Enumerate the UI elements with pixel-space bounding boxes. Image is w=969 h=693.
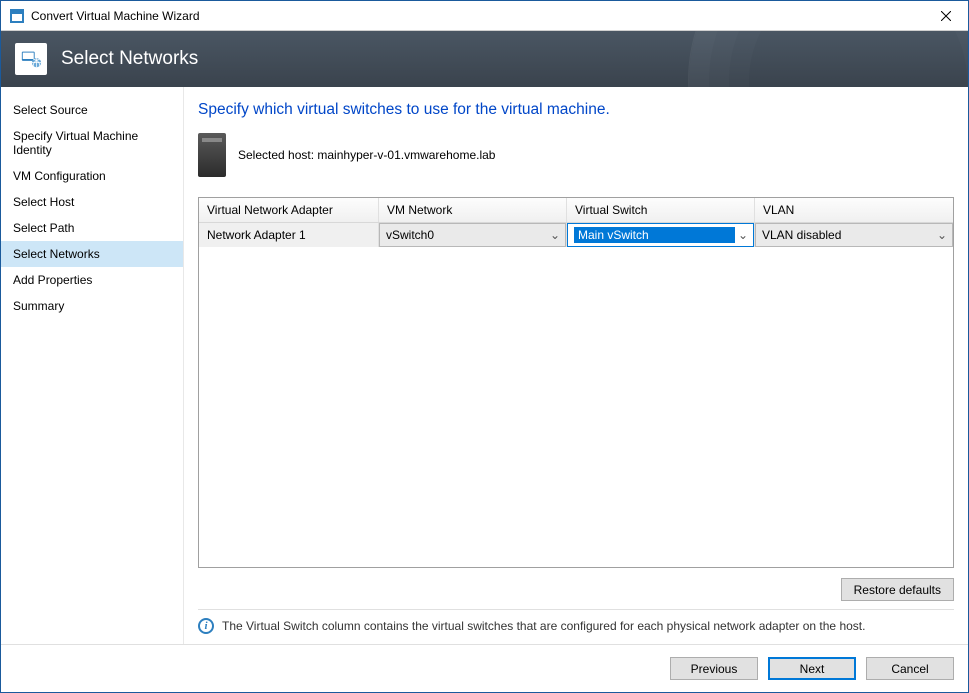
virtual-switch-dropdown[interactable]: Main vSwitch ⌄	[567, 223, 754, 247]
banner-decoration	[688, 31, 968, 87]
network-adapters-grid: Virtual Network Adapter VM Network Virtu…	[198, 197, 954, 568]
titlebar: Convert Virtual Machine Wizard	[1, 1, 968, 31]
close-icon	[941, 11, 951, 21]
info-icon: i	[198, 618, 214, 634]
network-icon	[15, 43, 47, 75]
grid-body-empty	[199, 247, 953, 567]
sidebar-item-select-path[interactable]: Select Path	[1, 215, 183, 241]
close-button[interactable]	[923, 1, 968, 31]
cancel-button[interactable]: Cancel	[866, 657, 954, 680]
vm-network-dropdown[interactable]: vSwitch0 ⌄	[379, 223, 566, 247]
selected-host-row: Selected host: mainhyper-v-01.vmwarehome…	[198, 133, 954, 177]
cell-adapter: Network Adapter 1	[199, 223, 379, 247]
column-header-network[interactable]: VM Network	[379, 198, 567, 222]
instruction-text: Specify which virtual switches to use fo…	[198, 101, 954, 119]
sidebar-item-summary[interactable]: Summary	[1, 293, 183, 319]
restore-defaults-button[interactable]: Restore defaults	[841, 578, 954, 601]
sidebar-item-select-host[interactable]: Select Host	[1, 189, 183, 215]
grid-header: Virtual Network Adapter VM Network Virtu…	[199, 198, 953, 223]
column-header-switch[interactable]: Virtual Switch	[567, 198, 755, 222]
wizard-body: Select Source Specify Virtual Machine Id…	[1, 87, 968, 644]
app-icon	[9, 8, 25, 24]
chevron-down-icon: ⌄	[735, 228, 751, 242]
server-tower-icon	[198, 133, 226, 177]
info-strip: i The Virtual Switch column contains the…	[198, 609, 954, 644]
sidebar-item-add-properties[interactable]: Add Properties	[1, 267, 183, 293]
wizard-steps-sidebar: Select Source Specify Virtual Machine Id…	[1, 87, 184, 644]
wizard-main: Specify which virtual switches to use fo…	[184, 87, 968, 644]
vlan-dropdown[interactable]: VLAN disabled ⌄	[755, 223, 953, 247]
column-header-adapter[interactable]: Virtual Network Adapter	[199, 198, 379, 222]
sidebar-item-vm-configuration[interactable]: VM Configuration	[1, 163, 183, 189]
sidebar-item-specify-identity[interactable]: Specify Virtual Machine Identity	[1, 123, 183, 163]
previous-button[interactable]: Previous	[670, 657, 758, 680]
chevron-down-icon: ⌄	[547, 228, 563, 242]
chevron-down-icon: ⌄	[934, 228, 950, 242]
next-button[interactable]: Next	[768, 657, 856, 680]
wizard-footer: Previous Next Cancel	[1, 644, 968, 692]
page-banner: Select Networks	[1, 31, 968, 87]
selected-host-text: Selected host: mainhyper-v-01.vmwarehome…	[238, 148, 495, 162]
info-text: The Virtual Switch column contains the v…	[222, 619, 865, 633]
wizard-window: Convert Virtual Machine Wizard Select Ne…	[0, 0, 969, 693]
window-title: Convert Virtual Machine Wizard	[31, 9, 200, 23]
page-title: Select Networks	[61, 48, 198, 70]
restore-row: Restore defaults	[198, 568, 954, 609]
sidebar-item-select-source[interactable]: Select Source	[1, 97, 183, 123]
column-header-vlan[interactable]: VLAN	[755, 198, 953, 222]
grid-row: Network Adapter 1 vSwitch0 ⌄ Main vSwitc…	[199, 223, 953, 247]
sidebar-item-select-networks[interactable]: Select Networks	[1, 241, 183, 267]
